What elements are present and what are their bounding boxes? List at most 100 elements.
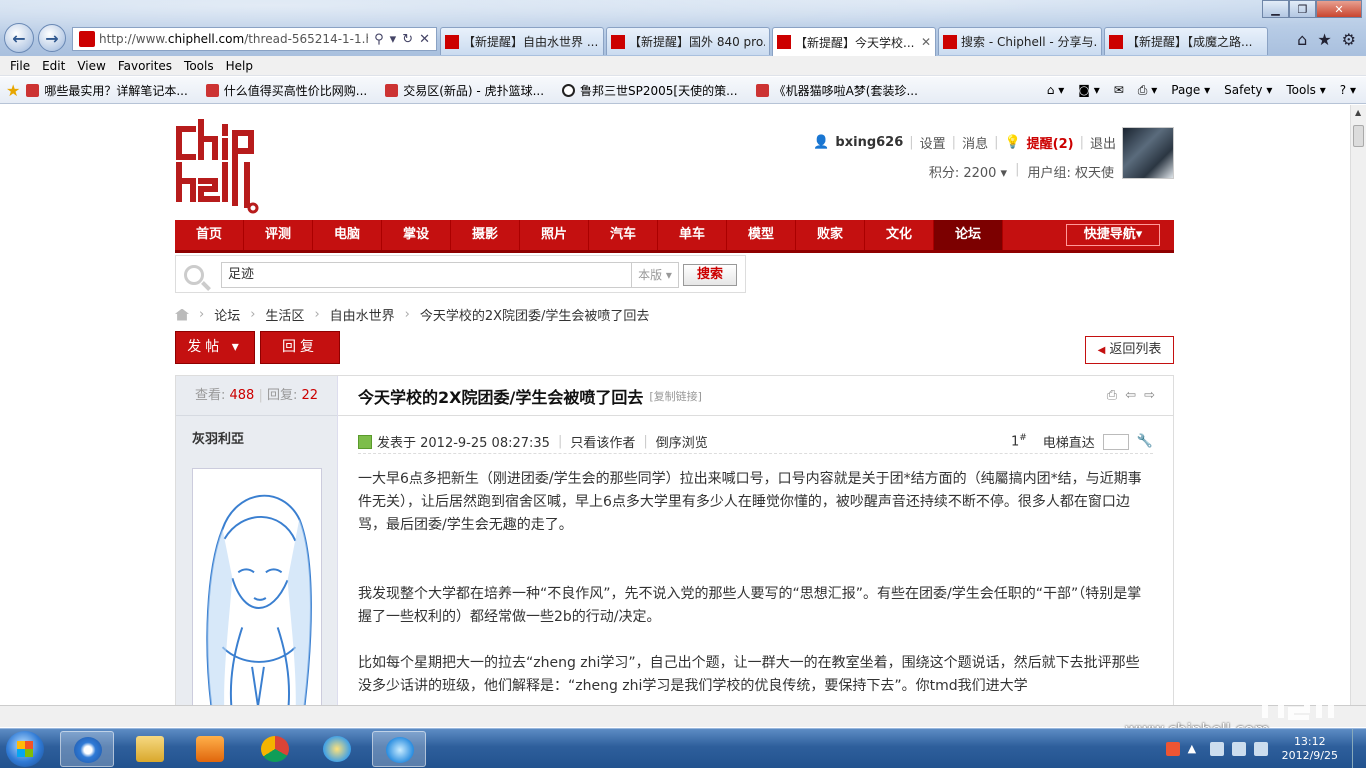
print-icon[interactable]: ⎙ <box>1107 388 1117 403</box>
gear-icon[interactable]: ⚙ <box>1342 30 1356 49</box>
window-controls: ▁ ❐ ✕ <box>1262 0 1362 18</box>
breadcrumb-forum[interactable]: 论坛 <box>214 305 240 324</box>
favorite-link[interactable]: 交易区(新品) - 虎扑篮球... <box>385 82 544 99</box>
nav-item-bikes[interactable]: 单车 <box>658 220 727 250</box>
nav-item-forum[interactable]: 论坛 <box>934 220 1003 250</box>
menu-view[interactable]: View <box>77 59 105 73</box>
browser-tab[interactable]: 【新提醒】国外 840 pro... <box>606 27 770 55</box>
taskbar-explorer[interactable] <box>123 731 177 767</box>
messages-link[interactable]: 消息 <box>962 133 988 152</box>
wrench-icon[interactable]: 🔧 <box>1137 434 1153 449</box>
show-desktop-button[interactable] <box>1352 729 1366 768</box>
mail-icon[interactable]: ✉ <box>1114 83 1124 97</box>
favorite-link[interactable]: 什么值得买高性价比网购... <box>205 82 367 99</box>
nav-item-review[interactable]: 评测 <box>244 220 313 250</box>
stop-icon[interactable]: ✕ <box>419 32 430 47</box>
floor-number[interactable]: 1# <box>1011 433 1027 449</box>
nav-item-cars[interactable]: 汽车 <box>589 220 658 250</box>
only-author-link[interactable]: 只看该作者 <box>570 432 635 451</box>
browser-tab[interactable]: 【新提醒】【成魔之路... <box>1104 27 1268 55</box>
nav-item-shopping[interactable]: 败家 <box>796 220 865 250</box>
minimize-button[interactable]: ▁ <box>1262 0 1289 18</box>
back-to-list-button[interactable]: ◀ 返回列表 <box>1085 336 1174 364</box>
reverse-order-link[interactable]: 倒序浏览 <box>656 432 708 451</box>
copy-link[interactable]: [复制链接] <box>649 388 702 404</box>
start-button[interactable] <box>6 731 44 767</box>
breadcrumb-thread[interactable]: 今天学校的2X院团委/学生会被喷了回去 <box>420 305 650 324</box>
page-scrollbar[interactable]: ▲ <box>1350 105 1366 705</box>
menu-edit[interactable]: Edit <box>42 59 65 73</box>
search-input[interactable]: 足迹 <box>221 262 631 288</box>
browser-tab[interactable]: 搜索 - Chiphell - 分享与... <box>938 27 1102 55</box>
rss-icon[interactable]: ◙ ▾ <box>1078 83 1099 97</box>
user-avatar[interactable] <box>1122 127 1174 179</box>
search-scope-select[interactable]: 本版 ▾ <box>631 262 679 288</box>
clock[interactable]: 13:12 2012/9/25 <box>1282 735 1338 763</box>
chiphell-logo[interactable] <box>175 119 265 214</box>
dropdown-icon[interactable]: ▾ <box>390 32 397 47</box>
author-name[interactable]: 灰羽利亞 <box>176 416 337 447</box>
menu-file[interactable]: File <box>10 59 30 73</box>
prev-thread-icon[interactable]: ⇦ <box>1125 388 1136 403</box>
close-tab-icon[interactable]: ✕ <box>921 35 931 49</box>
browser-tab-active[interactable]: 【新提醒】今天学校... ✕ <box>772 27 936 56</box>
menu-favorites[interactable]: Favorites <box>118 59 172 73</box>
favorites-star-icon[interactable]: ★ <box>1317 30 1331 49</box>
new-post-button[interactable]: 发帖 ▾ <box>175 331 255 364</box>
browser-tab[interactable]: 【新提醒】自由水世界 ... <box>440 27 604 55</box>
back-button[interactable]: ← <box>4 23 34 53</box>
print-icon[interactable]: ⎙ ▾ <box>1138 83 1157 98</box>
points-label[interactable]: 积分: 2200 ▾ <box>929 162 1007 181</box>
tray-arrow-icon[interactable]: ▲ <box>1188 742 1202 756</box>
page-menu[interactable]: Page ▾ <box>1171 83 1210 97</box>
taskbar-chrome[interactable] <box>248 731 302 767</box>
breadcrumb-life[interactable]: 生活区 <box>265 305 304 324</box>
address-bar[interactable]: http://www.chiphell.com/thread-565214-1-… <box>72 27 437 51</box>
nav-item-photography[interactable]: 摄影 <box>451 220 520 250</box>
taskbar-app[interactable] <box>310 731 364 767</box>
nav-item-photos[interactable]: 照片 <box>520 220 589 250</box>
forward-button[interactable]: → <box>38 24 66 52</box>
input-method-icon[interactable] <box>1165 742 1180 756</box>
elevator-input[interactable] <box>1102 433 1129 450</box>
flag-icon[interactable] <box>1231 742 1246 756</box>
volume-icon[interactable] <box>1253 742 1268 756</box>
quick-nav-button[interactable]: 快捷导航▾ <box>1066 224 1160 246</box>
favorites-star-icon[interactable]: ★ <box>6 81 20 100</box>
help-icon[interactable]: ? ▾ <box>1340 83 1356 97</box>
reply-button[interactable]: 回复 <box>260 331 340 364</box>
favorite-link[interactable]: 《机器猫哆啦A梦(套装珍... <box>755 82 918 99</box>
safety-menu[interactable]: Safety ▾ <box>1224 83 1272 97</box>
scrollbar-thumb[interactable] <box>1353 125 1364 147</box>
favorite-link[interactable]: 哪些最实用？详解笔记本... <box>26 82 188 99</box>
home-icon[interactable]: ⌂ <box>1297 30 1307 49</box>
search-icon[interactable]: ⚲ <box>374 32 384 47</box>
close-window-button[interactable]: ✕ <box>1316 0 1362 18</box>
favorite-link[interactable]: 鲁邦三世SP2005[天使的策... <box>562 82 738 99</box>
menu-tools[interactable]: Tools <box>184 59 214 73</box>
refresh-icon[interactable]: ↻ <box>402 32 413 47</box>
tools-menu[interactable]: Tools ▾ <box>1286 83 1325 97</box>
remind-link[interactable]: 提醒(2) <box>1027 133 1074 152</box>
taskbar-qq[interactable] <box>372 731 426 767</box>
next-thread-icon[interactable]: ⇨ <box>1144 388 1155 403</box>
logout-link[interactable]: 退出 <box>1090 133 1116 152</box>
home-icon[interactable] <box>175 308 189 321</box>
username-link[interactable]: bxing626 <box>835 135 903 150</box>
author-avatar-image[interactable] <box>192 468 322 705</box>
nav-item-pc[interactable]: 电脑 <box>313 220 382 250</box>
scroll-up-icon[interactable]: ▲ <box>1355 108 1361 117</box>
nav-item-home[interactable]: 首页 <box>175 220 244 250</box>
maximize-button[interactable]: ❐ <box>1289 0 1316 18</box>
settings-link[interactable]: 设置 <box>920 133 946 152</box>
menu-help[interactable]: Help <box>226 59 253 73</box>
network-icon[interactable] <box>1209 742 1224 756</box>
taskbar-media-player[interactable] <box>183 731 237 767</box>
nav-item-handheld[interactable]: 掌设 <box>382 220 451 250</box>
home-icon[interactable]: ⌂ ▾ <box>1047 83 1064 97</box>
nav-item-culture[interactable]: 文化 <box>865 220 934 250</box>
breadcrumb-board[interactable]: 自由水世界 <box>330 305 395 324</box>
nav-item-models[interactable]: 模型 <box>727 220 796 250</box>
taskbar-ie[interactable] <box>60 731 114 767</box>
search-button[interactable]: 搜索 <box>683 264 737 286</box>
